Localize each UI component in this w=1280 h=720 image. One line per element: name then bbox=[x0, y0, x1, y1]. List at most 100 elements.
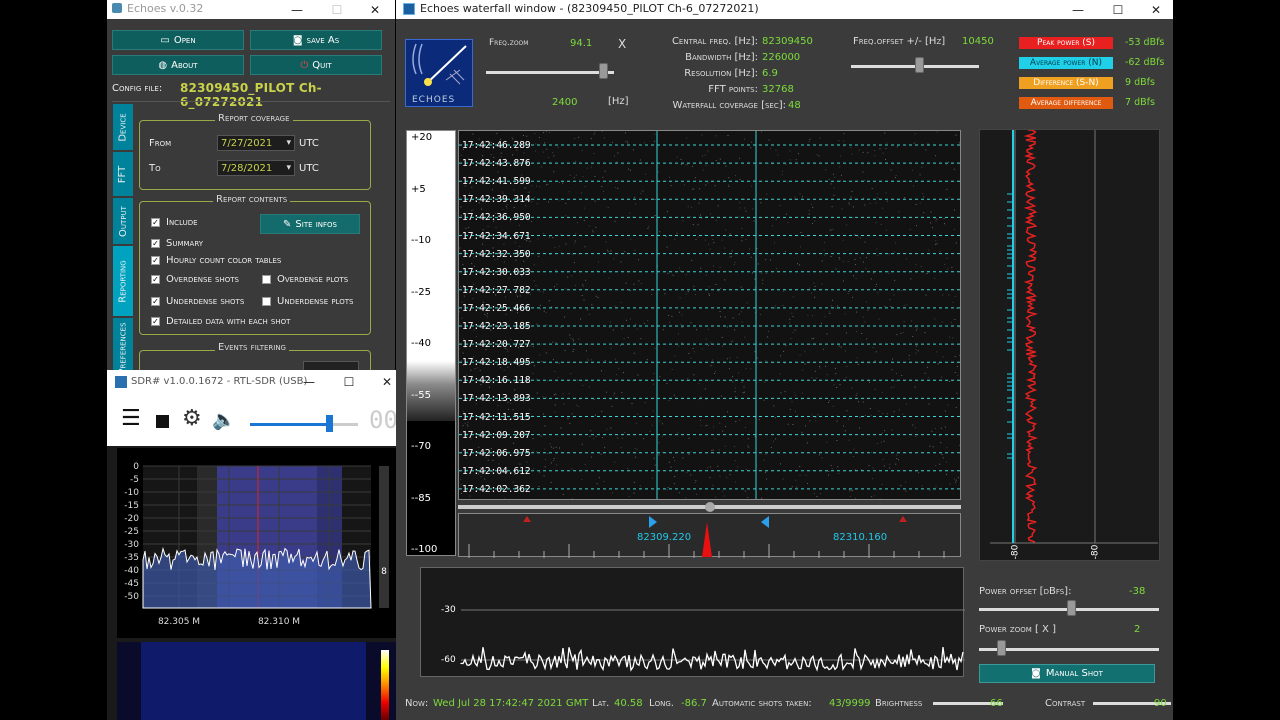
freq-zoom-knob[interactable] bbox=[599, 63, 608, 79]
summary-checkbox[interactable]: ✓ bbox=[151, 239, 160, 248]
gear-icon[interactable]: ⚙ bbox=[182, 407, 202, 431]
noise-dot bbox=[705, 338, 707, 340]
sdr-level-bar[interactable] bbox=[379, 466, 389, 608]
tab-preferences[interactable]: Preferences bbox=[113, 318, 133, 375]
noise-dot bbox=[874, 150, 876, 151]
site-infos-button[interactable]: ✎ Site infos bbox=[260, 214, 360, 234]
left-limit-marker[interactable] bbox=[523, 516, 531, 522]
left-cursor-marker[interactable] bbox=[649, 516, 657, 528]
wf-close-icon[interactable]: ✕ bbox=[1146, 0, 1166, 19]
underdense-shots-checkbox[interactable]: ✓ bbox=[151, 297, 160, 306]
noise-dot bbox=[722, 490, 724, 492]
noise-dot bbox=[614, 392, 615, 394]
noise-dot bbox=[625, 132, 626, 134]
noise-dot bbox=[910, 278, 912, 280]
freq-zoom-slider[interactable] bbox=[486, 71, 614, 74]
detailed-checkbox[interactable]: ✓ bbox=[151, 317, 160, 326]
right-cursor-marker[interactable] bbox=[761, 516, 769, 528]
right-limit-marker[interactable] bbox=[899, 516, 907, 522]
sdr-minimize-icon[interactable]: — bbox=[299, 370, 319, 394]
about-button[interactable]: ◍ About bbox=[112, 55, 244, 75]
include-checkbox[interactable]: ✓ bbox=[151, 218, 160, 227]
freq-offset-knob[interactable] bbox=[915, 57, 924, 73]
noise-dot bbox=[547, 453, 549, 454]
noise-dot bbox=[699, 188, 701, 190]
close-icon[interactable]: ✕ bbox=[365, 0, 385, 19]
noise-dot bbox=[475, 335, 477, 337]
noise-dot bbox=[709, 379, 711, 381]
noise-dot bbox=[791, 312, 793, 314]
wf-minimize-icon[interactable]: — bbox=[1068, 0, 1088, 19]
tab-output[interactable]: Output bbox=[113, 198, 133, 244]
noise-dot bbox=[780, 392, 782, 394]
noise-dot bbox=[669, 321, 671, 323]
noise-dot bbox=[604, 360, 606, 362]
waterfall-titlebar[interactable]: Echoes waterfall window - (82309450_PILO… bbox=[396, 0, 1173, 19]
noise-dot bbox=[913, 185, 915, 187]
power-zoom-knob[interactable] bbox=[997, 640, 1006, 656]
noise-dot bbox=[549, 236, 550, 238]
center-freq-marker[interactable] bbox=[702, 522, 712, 557]
sdr-titlebar[interactable]: SDR# v1.0.0.1672 - RTL-SDR (USB) — ☐ ✕ bbox=[107, 370, 396, 394]
to-date-picker[interactable]: 7/28/2021 bbox=[217, 160, 295, 176]
maximize-icon[interactable]: ☐ bbox=[327, 0, 347, 19]
volume-knob[interactable] bbox=[326, 415, 333, 432]
desktop: Echoes v.0.32 — ☐ ✕ ▭ Open ◙ save As ◍ Abou… bbox=[0, 0, 1280, 720]
noise-dot bbox=[701, 348, 703, 350]
open-button[interactable]: ▭ Open bbox=[112, 30, 244, 50]
noise-dot bbox=[601, 131, 603, 132]
noise-dot bbox=[707, 150, 709, 152]
noise-dot bbox=[842, 280, 844, 282]
sdr-close-icon[interactable]: ✕ bbox=[377, 370, 397, 394]
noise-dot bbox=[937, 363, 939, 365]
noise-dot bbox=[878, 410, 880, 412]
power-zoom-slider[interactable] bbox=[979, 648, 1159, 651]
noise-dot bbox=[735, 481, 737, 483]
waterfall-scroll-thumb[interactable] bbox=[705, 502, 715, 512]
wf-maximize-icon[interactable]: ☐ bbox=[1108, 0, 1128, 19]
noise-dot bbox=[864, 415, 866, 416]
hourly-checkbox[interactable]: ✓ bbox=[151, 256, 160, 265]
overdense-shots-checkbox[interactable]: ✓ bbox=[151, 275, 160, 284]
menu-icon[interactable]: ☰ bbox=[121, 408, 141, 430]
waterfall-display[interactable]: 17:42:46.289 17:42:43.876 17:42:41.599 17:4… bbox=[458, 130, 961, 500]
stop-icon[interactable] bbox=[156, 415, 169, 428]
power-offset-knob[interactable] bbox=[1067, 600, 1076, 616]
minimize-icon[interactable]: — bbox=[287, 0, 307, 19]
sdr-maximize-icon[interactable]: ☐ bbox=[339, 370, 359, 394]
noise-dot bbox=[567, 276, 569, 278]
save-as-button[interactable]: ◙ save As bbox=[250, 30, 382, 50]
tab-fft[interactable]: FFT bbox=[113, 152, 133, 196]
noise-dot bbox=[740, 311, 742, 313]
noise-dot bbox=[935, 236, 937, 238]
speaker-icon[interactable]: 🔈 bbox=[212, 408, 236, 431]
noise-dot bbox=[824, 316, 826, 318]
sdr-spectrum-plot[interactable]: 0 -5 -10 -15 -20 -25 -30 -35 -40 -45 -50 82.305 M 82… bbox=[117, 448, 396, 638]
manual-shot-button[interactable]: ◙ Manual Shot bbox=[979, 664, 1155, 683]
tab-device[interactable]: Device bbox=[113, 104, 133, 150]
noise-dot bbox=[773, 440, 774, 442]
waterfall-timestamp: 17:42:27.782 bbox=[462, 284, 531, 296]
site-infos-label: Site infos bbox=[295, 218, 337, 230]
echoes-main-titlebar[interactable]: Echoes v.0.32 — ☐ ✕ bbox=[107, 0, 395, 19]
noise-dot bbox=[747, 496, 749, 498]
noise-dot bbox=[692, 224, 694, 225]
noise-dot bbox=[949, 196, 951, 198]
noise-dot bbox=[613, 394, 615, 396]
noise-dot bbox=[950, 321, 952, 323]
noise-dot bbox=[855, 278, 857, 280]
noise-dot bbox=[593, 133, 595, 135]
noise-dot bbox=[836, 420, 838, 422]
noise-dot bbox=[931, 430, 933, 432]
noise-dot bbox=[578, 136, 580, 138]
noise-dot bbox=[548, 201, 549, 203]
from-date-picker[interactable]: 7/27/2021 bbox=[217, 135, 295, 151]
quit-button[interactable]: ⏻ Quit bbox=[250, 55, 382, 75]
noise-dot bbox=[691, 259, 693, 261]
noise-dot bbox=[954, 134, 956, 136]
tab-reporting[interactable]: Reporting bbox=[113, 246, 133, 316]
noise-dot bbox=[724, 316, 726, 318]
overdense-plots-checkbox[interactable] bbox=[262, 275, 271, 284]
underdense-plots-checkbox[interactable] bbox=[262, 297, 271, 306]
frequency-ruler[interactable]: 82309.220 82310.160 bbox=[458, 513, 961, 558]
